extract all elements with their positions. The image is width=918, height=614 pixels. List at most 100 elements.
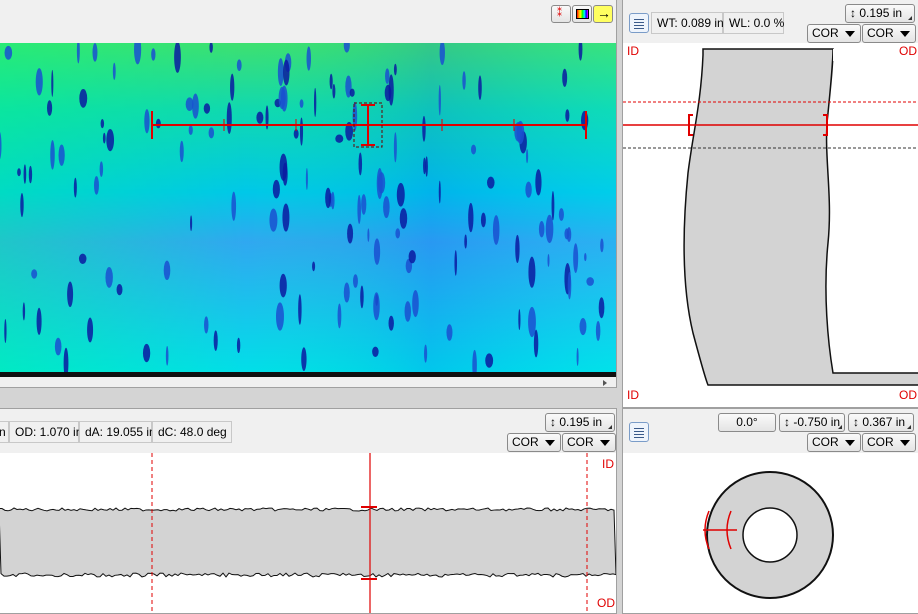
indication [79,89,88,108]
indication [92,43,98,62]
indication [17,168,21,177]
axial-bscan-header: WT: 0.089 in WL: 0.0 % ↕ 0.195 in COR CO… [623,0,918,43]
indication [51,69,54,97]
cscan-scrollbar[interactable] [0,377,616,387]
indication [299,117,304,146]
indication [230,73,235,101]
indication [598,297,605,319]
chevron-down-icon [900,440,910,446]
cscan-image[interactable] [0,43,616,387]
indication [256,111,264,124]
indication [361,194,367,215]
indication [208,127,215,139]
indication [282,203,290,232]
indication [144,109,150,134]
axial-bscan-plot[interactable]: ID OD ID OD [623,43,918,407]
indication [545,214,554,244]
indication [306,46,311,71]
indication [377,172,386,194]
indication [278,86,286,110]
indication [395,228,401,239]
chevron-down-icon [545,440,555,446]
axial-bscan-panel: WT: 0.089 in WL: 0.0 % ↕ 0.195 in COR CO… [622,0,918,408]
long-bscan-plot[interactable]: ID OD [0,453,616,613]
indication [179,140,184,163]
gate-width-spinner[interactable]: ↕ 0.195 in [545,413,615,432]
indication [275,302,284,331]
gate2-dropdown[interactable]: COR [862,433,916,452]
indication [424,344,428,363]
indication [99,161,104,177]
indication [93,176,99,195]
indication [353,274,358,288]
indication [312,261,316,272]
settings-list-button[interactable] [629,422,649,442]
indication [50,140,55,170]
indication [438,84,441,116]
arrow-right-icon: → [597,5,611,21]
indication [565,109,570,122]
indication [525,181,532,198]
indication [299,99,304,108]
indication [337,303,342,329]
chevron-down-icon [600,440,610,446]
indication [100,118,105,129]
gate-width-spinner[interactable]: ↕ 0.195 in [845,4,915,23]
indication [22,302,26,321]
angle-field[interactable]: 0.0° [718,413,776,432]
indication [54,337,62,356]
indication [236,59,242,72]
indication [4,319,7,344]
arrow-right-button[interactable]: → [593,5,613,23]
indication [357,194,361,225]
gate1-dropdown[interactable]: COR [807,433,861,452]
wall-profile [683,48,918,386]
indication [547,254,550,267]
spinner-value: 0.195 in [559,415,603,429]
settings-list-button[interactable] [629,13,649,33]
gate2-dropdown[interactable]: COR [562,433,616,452]
indication [388,315,394,331]
partial-readout: n [0,421,9,443]
hit-list-icon: ⁑ [557,8,562,19]
indication [404,301,412,322]
indication [567,271,572,300]
dropdown-value: COR [512,435,539,449]
indication [67,281,74,308]
axial-position-spinner[interactable]: ↕ -0.750 in [779,413,845,432]
gate2-dropdown[interactable]: COR [862,24,916,43]
chevron-down-icon [900,31,910,37]
indication [595,320,601,341]
indication [562,68,568,87]
radius-spinner[interactable]: ↕ 0.367 in [848,413,914,432]
indication [515,234,520,264]
indication [528,256,536,288]
indication [462,71,466,90]
indication [349,88,355,97]
indication [142,343,151,363]
indication [73,177,77,198]
gate1-dropdown[interactable]: COR [507,433,561,452]
chevron-down-icon [845,31,855,37]
indication [352,101,358,132]
indication [155,118,161,129]
spinner-value: 0.367 in [862,415,906,429]
indication [301,347,307,371]
indication [393,63,397,76]
hit-list-button[interactable]: ⁑ [551,5,571,23]
indication [492,215,500,245]
indication [277,58,284,87]
indication [388,74,394,106]
pipe-inner-wall [742,507,798,563]
gate1-dropdown[interactable]: COR [807,24,861,43]
color-palette-button[interactable] [572,5,592,23]
indication [283,59,290,86]
cross-section-plot[interactable] [623,453,918,613]
spinner-value: -0.750 in [793,415,841,429]
indication [282,162,288,186]
cscan-bottom-edge [0,372,616,377]
indication [151,48,156,61]
indication [31,269,38,279]
indication [373,292,380,321]
cross-section-header: 0.0° ↕ -0.750 in ↕ 0.367 in COR COR [623,409,918,452]
